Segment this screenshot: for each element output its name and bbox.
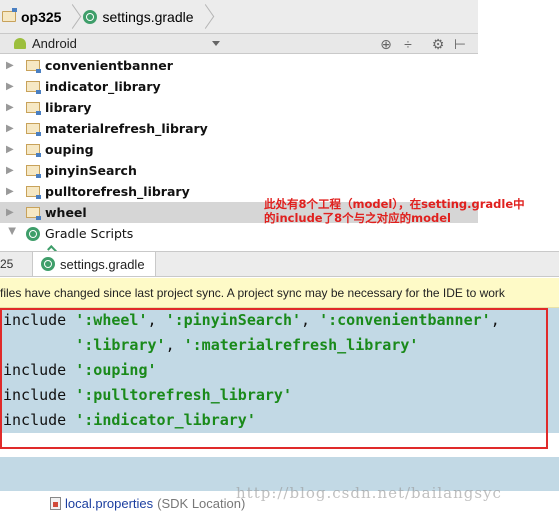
sync-notification-banner: files have changed since last project sy… — [0, 278, 559, 308]
editor-blank-line — [0, 433, 559, 457]
tree-item-label: ouping — [45, 142, 94, 157]
tree-item-label: library — [45, 100, 92, 115]
banner-text: files have changed since last project sy… — [0, 286, 505, 300]
tab-label: settings.gradle — [60, 256, 145, 272]
code-line: ':library', ':materialrefresh_library' — [0, 333, 559, 358]
code-string: ':materialrefresh_library' — [183, 336, 419, 354]
module-folder-icon — [26, 102, 41, 115]
tab-partial[interactable]: 25 — [0, 252, 33, 276]
code-line: include ':pulltorefresh_library' — [0, 383, 559, 408]
code-punct: , — [147, 311, 166, 329]
tree-item-label: materialrefresh_library — [45, 121, 208, 136]
module-folder-icon — [2, 8, 17, 22]
breadcrumb-file[interactable]: settings.gradle — [77, 0, 199, 33]
code-string: ':library' — [75, 336, 166, 354]
code-string: ':ouping' — [75, 361, 157, 379]
tree-item-materialrefresh-library[interactable]: ▶ materialrefresh_library — [0, 118, 559, 139]
module-folder-icon — [26, 165, 41, 178]
gear-icon[interactable]: ⚙ — [430, 36, 446, 52]
code-line: include ':indicator_library' — [0, 408, 559, 433]
module-folder-icon — [26, 186, 41, 199]
collapse-arrow-icon[interactable]: ▶ — [7, 228, 18, 240]
expand-arrow-icon[interactable]: ▶ — [6, 186, 18, 197]
expand-arrow-icon[interactable]: ▶ — [6, 60, 18, 71]
tree-item-convenientbanner[interactable]: ▶ convenientbanner — [0, 55, 559, 76]
code-keyword: include — [3, 411, 67, 429]
breadcrumb-separator — [67, 0, 77, 34]
gradle-scripts-icon — [26, 226, 40, 241]
tree-item-label: pinyinSearch — [45, 163, 137, 178]
expand-arrow-icon[interactable]: ▶ — [6, 123, 18, 134]
breadcrumb-file-label: settings.gradle — [102, 8, 194, 25]
code-string: ':indicator_library' — [75, 411, 256, 429]
breadcrumb-project-label: op325 — [21, 8, 62, 25]
code-string: ':pulltorefresh_library' — [75, 386, 292, 404]
collapse-icon[interactable]: ÷ — [400, 36, 416, 52]
breadcrumb-separator — [200, 0, 210, 34]
expand-arrow-icon[interactable]: ▶ — [6, 207, 18, 218]
annotation-line: 的include了8个与之对应的model — [264, 211, 451, 225]
tree-item-hint: (SDK Location) — [157, 495, 246, 511]
navigation-breadcrumb: op325 settings.gradle — [0, 0, 478, 34]
tree-item-label: wheel — [45, 205, 87, 220]
code-keyword: include — [3, 311, 67, 329]
project-view-toolbar: Android ⊕ ÷ ⚙ ⊢ — [0, 34, 478, 54]
code-punct: , — [490, 311, 500, 329]
expand-arrow-icon[interactable]: ▶ — [6, 165, 18, 176]
expand-arrow-icon[interactable]: ▶ — [6, 144, 18, 155]
tree-item-label: Gradle Scripts — [45, 226, 134, 241]
module-folder-icon — [26, 60, 41, 73]
gradle-file-icon — [41, 257, 55, 271]
tree-item-gradle-scripts[interactable]: ▶ Gradle Scripts — [0, 223, 559, 244]
view-mode-select[interactable]: Android — [32, 36, 182, 51]
expand-arrow-icon[interactable]: ▶ — [6, 81, 18, 92]
android-icon — [14, 38, 26, 49]
editor-tab-bar: 25 settings.gradle — [0, 251, 559, 277]
tree-item-label: pulltorefresh_library — [45, 184, 190, 199]
tree-item-pinyinsearch[interactable]: ▶ pinyinSearch — [0, 160, 559, 181]
code-string: ':wheel' — [75, 311, 148, 329]
tree-item-library[interactable]: ▶ library — [0, 97, 559, 118]
module-folder-icon — [26, 144, 41, 157]
code-keyword: include — [3, 386, 67, 404]
tree-item-indicator-library[interactable]: ▶ indicator_library — [0, 76, 559, 97]
tree-item-label: convenientbanner — [45, 58, 173, 73]
annotation-line: 此处有8个工程（model），在setting.gradle中 — [264, 197, 525, 211]
expand-arrow-icon[interactable]: ▶ — [6, 102, 18, 113]
code-line: include ':ouping' — [0, 358, 559, 383]
code-punct: , — [165, 336, 184, 354]
code-line: include ':wheel', ':pinyinSearch', ':con… — [0, 308, 559, 333]
chevron-down-icon[interactable] — [212, 41, 220, 46]
tab-settings-gradle[interactable]: settings.gradle — [33, 252, 156, 276]
module-folder-icon — [26, 123, 41, 136]
gradle-file-icon — [83, 9, 98, 24]
code-string: ':convenientbanner' — [319, 311, 491, 329]
code-editor[interactable]: include ':wheel', ':pinyinSearch', ':con… — [0, 308, 559, 433]
module-folder-icon — [26, 207, 41, 220]
tree-item-label: indicator_library — [45, 79, 161, 94]
code-punct: , — [301, 311, 320, 329]
tree-item-ouping[interactable]: ▶ ouping — [0, 139, 559, 160]
annotation-note: 此处有8个工程（model），在setting.gradle中 的include… — [264, 197, 525, 225]
properties-file-icon — [50, 496, 61, 510]
code-string: ':pinyinSearch' — [165, 311, 302, 329]
module-folder-icon — [26, 81, 41, 94]
tree-item-label: local.properties — [65, 495, 154, 511]
breadcrumb-project[interactable]: op325 — [0, 0, 67, 33]
watermark-text: http://blog.csdn.net/bailangsyc — [236, 484, 502, 502]
code-keyword: include — [3, 361, 67, 379]
target-icon[interactable]: ⊕ — [378, 36, 394, 52]
hide-icon[interactable]: ⊢ — [452, 36, 468, 52]
